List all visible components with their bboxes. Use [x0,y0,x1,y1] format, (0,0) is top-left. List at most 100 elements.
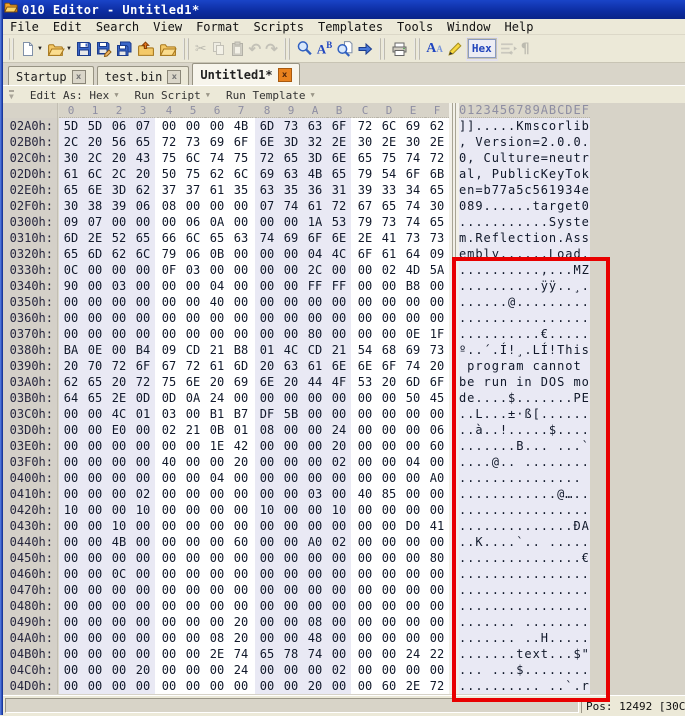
hex-byte[interactable]: 00 [377,310,401,326]
revert-file-button[interactable] [135,37,157,61]
hex-byte[interactable]: 40 [205,294,229,310]
hex-byte[interactable]: 00 [157,294,181,310]
hex-byte[interactable]: 00 [303,502,327,518]
hex-byte[interactable]: 09 [59,214,83,230]
hex-byte[interactable]: 00 [279,630,303,646]
hex-byte[interactable]: 00 [425,598,449,614]
hex-byte[interactable]: B8 [229,342,253,358]
hex-byte[interactable]: 00 [59,550,83,566]
hex-byte[interactable]: 00 [425,310,449,326]
hex-byte[interactable]: 79 [353,214,377,230]
hex-byte[interactable]: 00 [83,662,107,678]
hex-byte[interactable]: 04 [205,278,229,294]
hex-byte[interactable]: 00 [377,598,401,614]
hex-byte[interactable]: 00 [229,310,253,326]
hex-byte[interactable]: 79 [157,246,181,262]
dropdown-arrow-icon[interactable]: ▼ [66,46,72,52]
hex-byte[interactable]: 00 [107,214,131,230]
hex-byte[interactable]: 00 [327,294,351,310]
hex-byte[interactable]: 61 [377,246,401,262]
hex-byte[interactable]: 00 [353,278,377,294]
hex-byte[interactable]: 00 [303,550,327,566]
hex-byte[interactable]: 00 [181,662,205,678]
hex-byte[interactable]: 3D [107,182,131,198]
hex-byte[interactable]: 00 [327,646,351,662]
hex-byte[interactable]: 00 [255,278,279,294]
hex-byte[interactable]: 00 [327,486,351,502]
hex-byte[interactable]: 00 [59,406,83,422]
hex-byte[interactable]: 62 [59,374,83,390]
hex-byte[interactable]: 00 [377,326,401,342]
hex-byte[interactable]: 00 [279,678,303,694]
hex-byte[interactable]: D0 [401,518,425,534]
hex-byte[interactable]: 00 [255,566,279,582]
ascii-text[interactable]: º..´.Í!¸.LÍ!This [459,342,590,358]
hex-byte[interactable]: 00 [353,310,377,326]
hex-byte[interactable]: 00 [279,598,303,614]
ascii-text[interactable]: ................ [459,310,590,326]
hex-byte[interactable]: 00 [83,582,107,598]
hex-byte[interactable]: 00 [83,486,107,502]
hex-byte[interactable]: 00 [131,646,155,662]
hex-byte[interactable]: B4 [131,342,155,358]
ascii-text[interactable]: ..........€..... [459,326,590,342]
hex-byte[interactable]: 00 [59,566,83,582]
menu-item-tools[interactable]: Tools [390,20,440,34]
ascii-text[interactable]: ............... [459,470,590,486]
hex-byte[interactable]: 00 [131,310,155,326]
hex-byte[interactable]: 00 [353,630,377,646]
hex-byte[interactable]: 00 [205,566,229,582]
ascii-text[interactable]: al, PublicKeyTok [459,166,590,182]
hex-byte[interactable]: 40 [353,486,377,502]
hex-byte[interactable]: 00 [279,246,303,262]
hex-byte[interactable]: 00 [205,118,229,134]
hex-byte[interactable]: 6B [425,166,449,182]
menu-item-search[interactable]: Search [89,20,146,34]
hex-byte[interactable]: 00 [327,262,351,278]
ascii-text[interactable]: ..K....`.. ..... [459,534,590,550]
hex-byte[interactable]: 00 [59,486,83,502]
hex-byte[interactable]: 00 [205,486,229,502]
menu-item-view[interactable]: View [146,20,189,34]
cut-button[interactable]: ✂ [193,37,209,61]
hex-byte[interactable]: 69 [255,166,279,182]
hex-byte[interactable]: 00 [279,278,303,294]
hex-byte[interactable]: 00 [377,550,401,566]
hex-byte[interactable]: 00 [401,502,425,518]
hex-byte[interactable]: FF [303,278,327,294]
hex-byte[interactable]: 74 [229,646,253,662]
ascii-text[interactable]: ................ [459,598,590,614]
hex-byte[interactable]: 00 [157,678,181,694]
hex-byte[interactable]: 00 [255,534,279,550]
hex-byte[interactable]: 00 [353,614,377,630]
paste-button[interactable] [228,37,247,61]
hex-byte[interactable]: 00 [107,646,131,662]
hex-byte[interactable]: 41 [377,230,401,246]
hex-byte[interactable]: 03 [303,486,327,502]
hex-byte[interactable]: 00 [107,550,131,566]
hex-byte[interactable]: 00 [205,502,229,518]
hex-byte[interactable]: 6F [131,358,155,374]
hex-byte[interactable]: 6C [377,118,401,134]
hex-byte[interactable]: 00 [131,566,155,582]
hex-byte[interactable]: 00 [59,534,83,550]
ascii-text[interactable]: ]].....Kmscorlib [459,118,590,134]
hex-byte[interactable]: 74 [401,358,425,374]
hex-byte[interactable]: B8 [401,278,425,294]
hex-byte[interactable]: 60 [377,678,401,694]
hex-byte[interactable]: 20 [229,454,253,470]
hex-byte[interactable]: 69 [279,230,303,246]
hex-byte[interactable]: 00 [107,486,131,502]
hex-byte[interactable]: 00 [131,582,155,598]
find-button[interactable] [294,37,315,61]
hex-byte[interactable]: 00 [303,598,327,614]
ascii-text[interactable]: ....... ..H..... [459,630,590,646]
hex-byte[interactable]: 33 [377,182,401,198]
hex-byte[interactable]: 00 [205,582,229,598]
hex-byte[interactable]: 00 [59,598,83,614]
hex-byte[interactable]: 04 [303,246,327,262]
hex-byte[interactable]: 24 [205,390,229,406]
hex-byte[interactable]: 0B [205,422,229,438]
hex-byte[interactable]: 00 [181,630,205,646]
hex-byte[interactable]: 4B [303,166,327,182]
